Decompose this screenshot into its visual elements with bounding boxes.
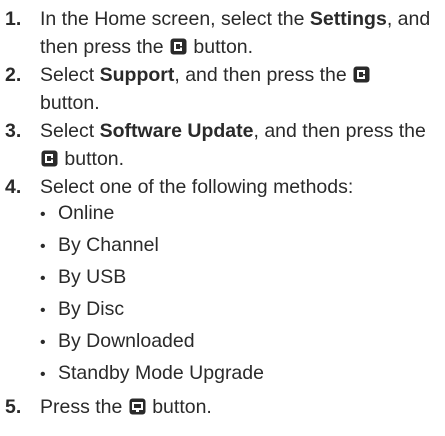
step-text: Select Support, and then press the butto… (40, 62, 437, 116)
tools-button-icon (129, 398, 146, 415)
software-update-label: Software Update (99, 120, 254, 142)
step-text: In the Home screen, select the Settings,… (40, 8, 431, 58)
support-label: Support (99, 64, 175, 86)
step-text: Select one of the following methods: (40, 176, 354, 198)
step-number: 3. (5, 120, 22, 142)
bullet-icon: • (40, 206, 46, 223)
step-text: Select Software Update, and then press t… (40, 120, 426, 170)
bullet-icon: • (40, 238, 46, 255)
bullet-icon: • (40, 270, 46, 287)
step-number: 2. (5, 64, 22, 86)
bullet-icon: • (40, 366, 46, 383)
enter-button-icon (170, 38, 187, 55)
list-item: • By USB (40, 264, 126, 292)
step-number: 1. (5, 8, 22, 30)
step-text: Press the button. (40, 396, 212, 418)
enter-button-icon (41, 150, 58, 167)
step-number: 4. (5, 176, 22, 198)
instructions-document: 1. In the Home screen, select the Settin… (0, 0, 445, 436)
list-item: • By Downloaded (40, 328, 195, 356)
enter-button-icon (353, 66, 370, 83)
list-item: • Standby Mode Upgrade (40, 360, 264, 388)
step-number: 5. (5, 396, 22, 418)
bullet-icon: • (40, 302, 46, 319)
bullet-icon: • (40, 334, 46, 351)
list-item: • By Disc (40, 296, 124, 324)
list-item: • Online (40, 200, 114, 228)
list-item: • By Channel (40, 232, 159, 260)
settings-label: Settings (309, 8, 387, 30)
